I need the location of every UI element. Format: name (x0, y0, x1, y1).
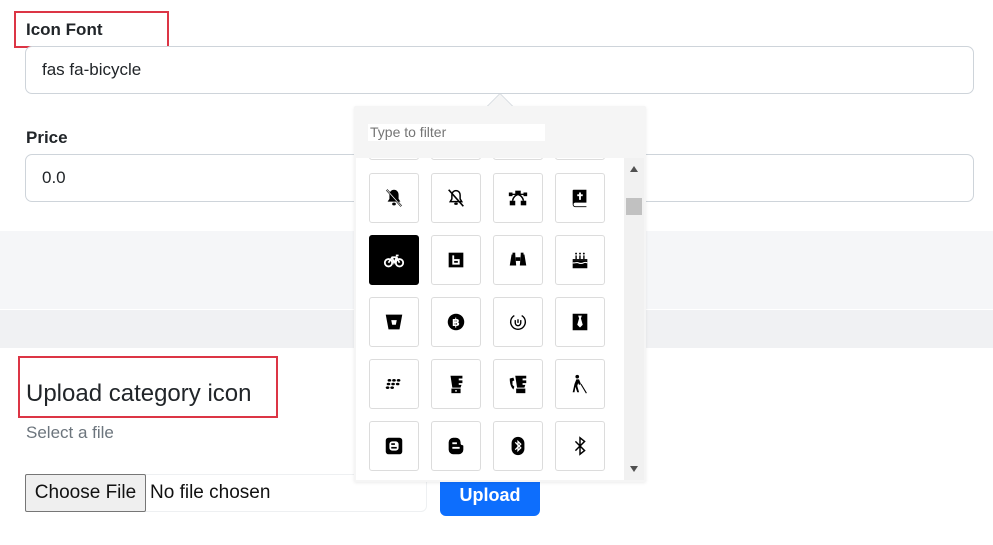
picker-arrow (488, 94, 512, 106)
bity-icon (510, 314, 526, 330)
blackberry-icon (385, 379, 401, 389)
file-status-text: No file chosen (150, 482, 271, 503)
bible-icon (572, 189, 587, 208)
icon-option-bicycle[interactable] (369, 235, 419, 285)
blender-phone-icon (509, 375, 527, 394)
bitbucket-icon (385, 314, 403, 330)
icon-cell-partial[interactable] (555, 158, 605, 160)
price-label: Price (26, 128, 68, 147)
birthday-cake-icon (572, 252, 588, 269)
icon-filter-input[interactable] (368, 124, 545, 141)
icon-cell-partial[interactable] (431, 158, 481, 160)
choose-file-button[interactable]: Choose File (25, 474, 146, 512)
svg-text:฿: ฿ (452, 316, 460, 329)
icon-option-blogger-b[interactable] (431, 421, 481, 471)
icon-option-bimobject[interactable] (431, 235, 481, 285)
scroll-up-arrow-icon[interactable] (630, 166, 638, 172)
bitcoin-icon: ฿ (447, 313, 465, 331)
bluetooth-b-icon (574, 436, 586, 456)
icon-grid-scrollbar[interactable] (624, 158, 644, 480)
bluetooth-icon (511, 436, 525, 456)
icon-option-blackberry[interactable] (369, 359, 419, 409)
icon-option-bity[interactable] (493, 297, 543, 347)
bezier-curve-icon (508, 190, 528, 206)
icon-cell-partial[interactable] (493, 158, 543, 160)
icon-option-birthday-cake[interactable] (555, 235, 605, 285)
icon-option-blind[interactable] (555, 359, 605, 409)
icon-option-bible[interactable] (555, 173, 605, 223)
bimobject-icon (448, 252, 464, 268)
scrollbar-thumb[interactable] (626, 198, 642, 215)
bicycle-icon (383, 254, 405, 268)
binoculars-icon (509, 252, 527, 266)
icon-option-blogger[interactable] (369, 421, 419, 471)
upload-section-title: Upload category icon (26, 380, 252, 407)
icon-option-bell-slash-outline[interactable] (431, 173, 481, 223)
icon-option-bezier-curve[interactable] (493, 173, 543, 223)
blogger-icon (385, 437, 403, 455)
icon-option-blender-phone[interactable] (493, 359, 543, 409)
black-tie-icon (572, 313, 588, 331)
icon-option-bitbucket[interactable] (369, 297, 419, 347)
icon-option-bell-slash[interactable] (369, 173, 419, 223)
icon-option-bitcoin[interactable]: ฿ (431, 297, 481, 347)
scroll-down-arrow-icon[interactable] (630, 466, 638, 472)
icon-option-binoculars[interactable] (493, 235, 543, 285)
blind-icon (572, 374, 587, 394)
icon-font-input[interactable]: fas fa-bicycle (25, 46, 974, 94)
icon-font-label: Icon Font (26, 20, 103, 39)
icon-option-bluetooth-b[interactable] (555, 421, 605, 471)
upload-subtitle: Select a file (26, 423, 114, 442)
icon-option-black-tie[interactable] (555, 297, 605, 347)
icon-option-bluetooth[interactable] (493, 421, 543, 471)
icon-grid: ฿ (356, 158, 624, 480)
icon-option-blender[interactable] (431, 359, 481, 409)
bell-slash-icon (385, 189, 403, 207)
bell-slash-outline-icon (448, 189, 464, 207)
blender-icon (449, 375, 463, 394)
blogger-b-icon (448, 437, 464, 455)
icon-cell-partial[interactable] (369, 158, 419, 160)
